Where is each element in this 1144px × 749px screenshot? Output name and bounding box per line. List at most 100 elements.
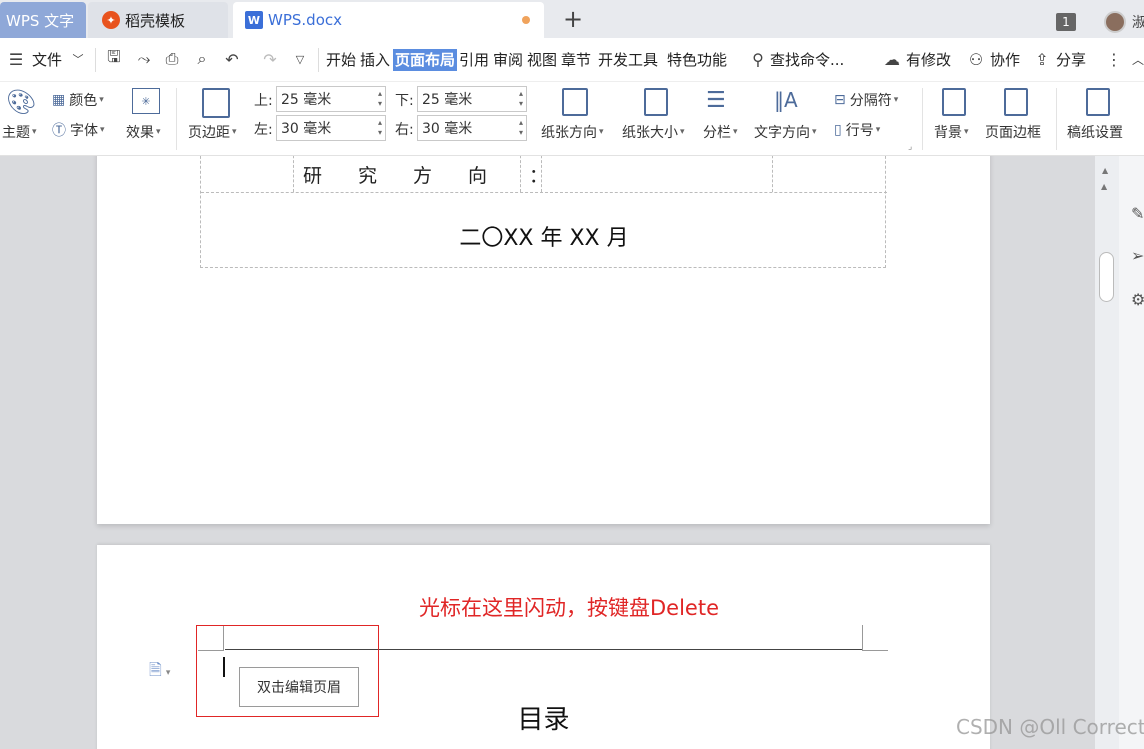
page-layout-ribbon: 🎨︎ 主题 ▾ ▦ 颜色 ▾ Ⓣ 字体 ▾ ✳ 效果 ▾ 页边距 ▾ 上: 25 毫米 ▴ ▾ 左…: [0, 82, 1144, 156]
columns-button[interactable]: 分栏 ▾: [703, 122, 738, 142]
theme-button[interactable]: 主题 ▾: [2, 122, 37, 142]
menu-tab-developer[interactable]: 开发工具: [598, 49, 658, 71]
divider: [95, 48, 96, 72]
format-painter-icon[interactable]: ⤳: [134, 49, 154, 69]
background-icon[interactable]: [942, 88, 966, 116]
tab-document[interactable]: W WPS.docx: [233, 2, 544, 38]
table-divider: [293, 156, 294, 192]
spinner-arrows-icon[interactable]: ▴ ▾: [378, 89, 382, 109]
menu-tab-home[interactable]: 开始: [326, 49, 356, 71]
cover-date: 二〇XX 年 XX 月: [459, 226, 629, 251]
page-setup-dialog-launcher-icon[interactable]: ⌟: [908, 142, 912, 152]
menu-tab-references[interactable]: 引用: [459, 49, 489, 71]
bottom-margin-value: 25 毫米: [422, 92, 473, 108]
page-margin-button[interactable]: 页边距 ▾: [188, 122, 237, 142]
cover-info-table: 研究方向 ： 二〇XX 年 XX 月: [200, 156, 887, 268]
print-icon[interactable]: ⎙: [162, 49, 182, 69]
avatar[interactable]: [1104, 11, 1126, 33]
table-divider: [772, 156, 773, 192]
user-name-partial[interactable]: 淑: [1132, 12, 1144, 32]
print-preview-icon[interactable]: ⌕: [192, 49, 212, 69]
paper-size-button[interactable]: 纸张大小 ▾: [622, 122, 685, 142]
style-pen-icon[interactable]: ✎: [1131, 204, 1144, 223]
new-tab-button[interactable]: +: [561, 4, 585, 34]
font-button[interactable]: Ⓣ 字体 ▾: [52, 120, 105, 140]
manuscript-settings-button[interactable]: 稿纸设置: [1067, 122, 1123, 142]
chevron-down-icon[interactable]: ﹀: [68, 49, 88, 69]
text-direction-icon[interactable]: ‖A: [774, 88, 798, 112]
page-border-icon[interactable]: [1004, 88, 1028, 116]
research-direction-colon: ：: [529, 164, 549, 187]
more-options-icon[interactable]: ⋮: [1104, 49, 1124, 69]
menu-tab-chapter[interactable]: 章节: [561, 49, 591, 71]
page-margin-icon[interactable]: [202, 88, 230, 118]
command-search[interactable]: 查找命令...: [770, 49, 844, 71]
background-button[interactable]: 背景 ▾: [934, 122, 969, 142]
spinner-arrows-icon[interactable]: ▴ ▾: [378, 118, 382, 138]
redo-icon[interactable]: ↷: [260, 49, 280, 69]
settings-sliders-icon[interactable]: ⚙: [1131, 290, 1144, 309]
quick-access-more-icon[interactable]: ▽: [290, 49, 310, 69]
orientation-icon[interactable]: [562, 88, 588, 116]
top-margin-label: 上:: [254, 93, 273, 109]
document-canvas[interactable]: 研究方向 ： 二〇XX 年 XX 月 光标在这里闪动，按键盘Delete 🗎︎ ▾…: [0, 156, 1095, 749]
menu-tab-review[interactable]: 审阅: [493, 49, 523, 71]
manuscript-grid-icon[interactable]: [1086, 88, 1110, 116]
background-label: 背景: [934, 125, 962, 141]
page-margin-label: 页边距: [188, 125, 230, 141]
unsaved-dot-icon: [522, 16, 530, 24]
separator-button[interactable]: ⊟ 分隔符 ▾: [834, 90, 898, 110]
left-margin-input[interactable]: 30 毫米 ▴ ▾: [276, 115, 386, 141]
tab-wps-writer[interactable]: WPS 文字: [0, 2, 86, 38]
hamburger-menu-icon[interactable]: ☰: [6, 49, 26, 69]
select-arrow-icon[interactable]: ➢: [1131, 246, 1144, 265]
menu-tab-insert[interactable]: 插入: [360, 49, 390, 71]
tab-daoke-label: 稻壳模板: [125, 11, 186, 30]
menu-tab-page-layout[interactable]: 页面布局: [393, 49, 458, 71]
left-margin-value: 30 毫米: [281, 121, 332, 137]
menu-tab-view[interactable]: 视图: [527, 49, 557, 71]
paper-size-icon[interactable]: [644, 88, 668, 116]
text-direction-button[interactable]: 文字方向 ▾: [754, 122, 817, 142]
page-break-icon: ⊟: [834, 92, 846, 108]
page-2[interactable]: 光标在这里闪动，按键盘Delete 🗎︎ ▾ 双击编辑页眉 目录: [97, 545, 990, 749]
page-1[interactable]: 研究方向 ： 二〇XX 年 XX 月: [97, 156, 990, 598]
divider: [1056, 88, 1057, 150]
columns-icon[interactable]: ☰: [706, 88, 726, 113]
cloud-sync-icon[interactable]: ☁: [882, 49, 902, 69]
scroll-top-icon[interactable]: ▲: [1101, 182, 1107, 191]
spinner-arrows-icon[interactable]: ▴ ▾: [519, 89, 523, 109]
menu-tab-special[interactable]: 特色功能: [667, 49, 727, 71]
undo-icon[interactable]: ↶: [222, 49, 242, 69]
theme-palette-icon[interactable]: 🎨︎: [6, 88, 36, 116]
color-button[interactable]: ▦ 颜色 ▾: [52, 90, 104, 110]
share-icon[interactable]: ⇪: [1032, 49, 1052, 69]
title-bar: WPS 文字 ✦ 稻壳模板 W WPS.docx + 1 淑: [0, 0, 1144, 38]
header-options-icon[interactable]: 🗎︎ ▾: [149, 659, 170, 686]
collapse-ribbon-icon[interactable]: ︿: [1128, 49, 1144, 69]
effects-icon[interactable]: ✳: [132, 88, 160, 114]
share-button[interactable]: 分享: [1056, 49, 1086, 71]
line-number-button[interactable]: ▯ 行号 ▾: [834, 120, 880, 140]
collaborate-icon[interactable]: ⚇: [966, 49, 986, 69]
spinner-arrows-icon[interactable]: ▴ ▾: [519, 118, 523, 138]
top-margin-input[interactable]: 25 毫米 ▴ ▾: [276, 86, 386, 112]
scroll-up-icon[interactable]: ▲: [1102, 166, 1108, 175]
wps-writer-window: WPS 文字 ✦ 稻壳模板 W WPS.docx + 1 淑 ☰ 文件 ﹀ 🖫 …: [0, 0, 1144, 749]
orientation-button[interactable]: 纸张方向 ▾: [541, 122, 604, 142]
modified-status[interactable]: 有修改: [906, 49, 951, 71]
effects-button[interactable]: 效果 ▾: [126, 122, 161, 142]
vertical-scrollbar[interactable]: ▲ ▲: [1095, 156, 1119, 749]
page-border-button[interactable]: 页面边框: [985, 122, 1041, 142]
bottom-margin-input[interactable]: 25 毫米 ▴ ▾: [417, 86, 527, 112]
window-count-badge[interactable]: 1: [1056, 13, 1076, 31]
file-menu[interactable]: 文件: [32, 49, 62, 71]
search-icon[interactable]: ⚲: [748, 49, 768, 69]
tab-daoke-templates[interactable]: ✦ 稻壳模板: [88, 2, 228, 38]
font-label: 字体: [70, 123, 98, 139]
save-icon[interactable]: 🖫: [104, 47, 124, 69]
right-margin-input[interactable]: 30 毫米 ▴ ▾: [417, 115, 527, 141]
collaborate-button[interactable]: 协作: [990, 49, 1020, 71]
scrollbar-thumb[interactable]: [1099, 252, 1114, 302]
paper-size-label: 纸张大小: [622, 125, 678, 141]
